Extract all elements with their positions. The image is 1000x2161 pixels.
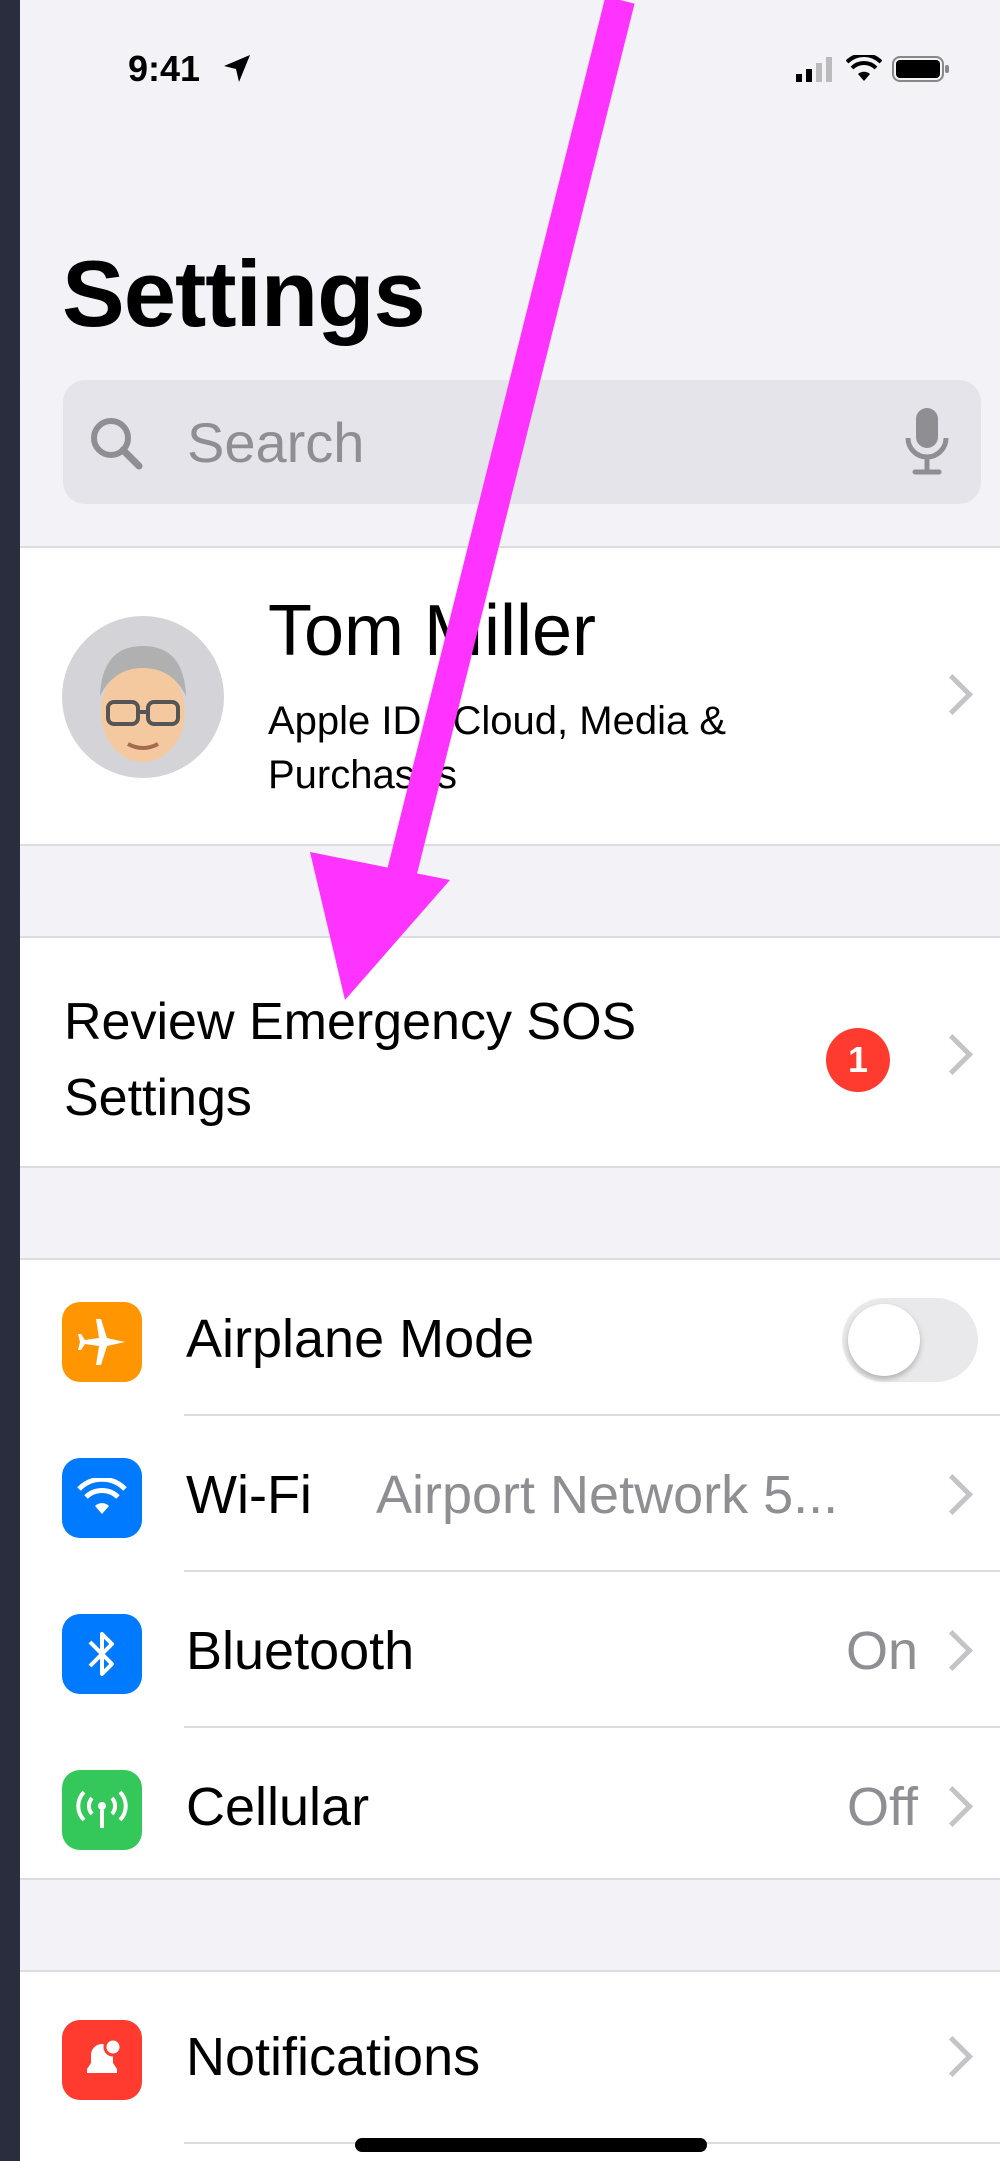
page-title: Settings bbox=[62, 241, 426, 346]
chevron-right-icon bbox=[931, 673, 974, 716]
profile-subtitle: Apple ID, iCloud, Media & Purchases bbox=[268, 699, 727, 797]
search-bar[interactable]: Search bbox=[63, 380, 981, 504]
wifi-status-icon bbox=[845, 52, 883, 88]
notifications-icon bbox=[62, 2020, 142, 2100]
cellular-label: Cellular bbox=[186, 1777, 370, 1837]
status-bar: 9:41 bbox=[20, 0, 1000, 130]
microphone-icon[interactable] bbox=[903, 404, 951, 485]
bluetooth-value: On bbox=[845, 1621, 918, 1681]
profile-name: Tom Miller bbox=[268, 591, 597, 671]
chevron-right-icon bbox=[931, 1785, 974, 1828]
review-emergency-sos-row[interactable]: Review Emergency SOS Settings 1 bbox=[20, 936, 1000, 1168]
chevron-right-icon bbox=[931, 1629, 974, 1672]
toggle-knob bbox=[848, 1304, 920, 1376]
wifi-row[interactable]: Wi-Fi Airport Network 5... bbox=[20, 1416, 1000, 1570]
status-time: 9:41 bbox=[128, 48, 201, 89]
bluetooth-label: Bluetooth bbox=[186, 1621, 415, 1681]
airplane-icon bbox=[62, 1302, 142, 1382]
apple-id-profile-row[interactable]: Tom Miller Apple ID, iCloud, Media & Pur… bbox=[20, 546, 1000, 846]
cellular-row[interactable]: Cellular Off bbox=[20, 1728, 1000, 1882]
airplane-mode-row[interactable]: Airplane Mode bbox=[20, 1260, 1000, 1414]
home-indicator[interactable] bbox=[355, 2138, 707, 2152]
connectivity-group: Airplane Mode Wi-Fi Airport Network 5... bbox=[20, 1258, 1000, 1880]
search-icon bbox=[85, 412, 149, 481]
settings-screen: 9:41 Settings Search Tom Miller Apple ID… bbox=[20, 0, 1000, 2161]
location-arrow-icon bbox=[220, 52, 254, 91]
notifications-group: Notifications bbox=[20, 1970, 1000, 2161]
cellular-icon bbox=[62, 1770, 142, 1850]
chevron-right-icon bbox=[931, 1033, 974, 1076]
bluetooth-row[interactable]: Bluetooth On bbox=[20, 1572, 1000, 1726]
bluetooth-icon bbox=[62, 1614, 142, 1694]
signal-icon bbox=[796, 56, 836, 87]
airplane-mode-toggle[interactable] bbox=[842, 1298, 978, 1382]
wifi-icon bbox=[62, 1458, 142, 1538]
search-input[interactable]: Search bbox=[187, 410, 364, 475]
sos-suggestion-label: Review Emergency SOS Settings bbox=[64, 993, 637, 1127]
notification-badge: 1 bbox=[826, 1028, 890, 1092]
avatar bbox=[62, 616, 224, 778]
notifications-label: Notifications bbox=[186, 2027, 481, 2087]
chevron-right-icon bbox=[931, 1473, 974, 1516]
chevron-right-icon bbox=[931, 2035, 974, 2078]
status-indicators bbox=[796, 52, 950, 88]
wifi-network-value: Airport Network 5... bbox=[376, 1465, 839, 1525]
airplane-mode-label: Airplane Mode bbox=[186, 1309, 535, 1369]
cellular-value: Off bbox=[846, 1777, 918, 1837]
notifications-row[interactable]: Notifications bbox=[20, 1978, 1000, 2132]
battery-icon bbox=[892, 55, 950, 88]
wifi-label: Wi-Fi bbox=[186, 1465, 312, 1525]
